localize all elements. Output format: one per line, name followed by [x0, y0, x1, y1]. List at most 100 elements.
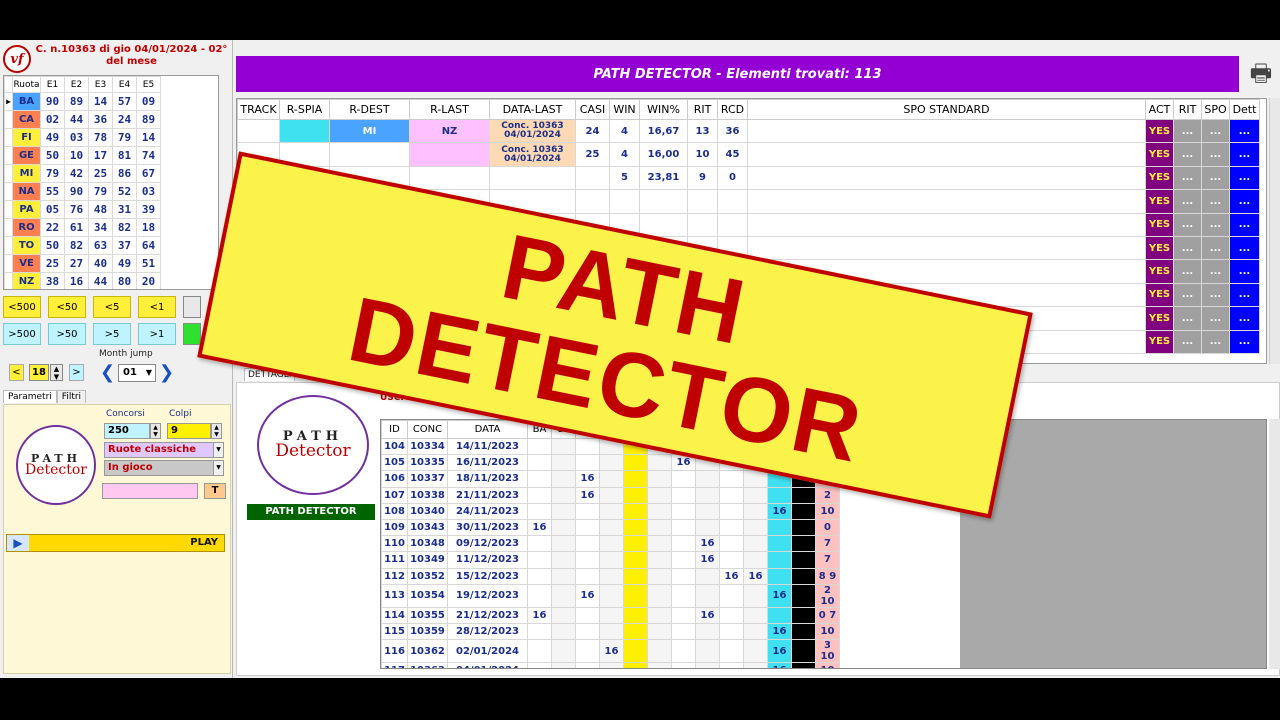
filter-button[interactable]: >50: [48, 323, 86, 345]
detail-row[interactable]: 115 10359 28/12/2023 16 10: [381, 622, 960, 641]
filter-button[interactable]: >500: [3, 323, 41, 345]
refresh-icon[interactable]: [183, 296, 201, 318]
filter-button[interactable]: >1: [138, 323, 176, 345]
rit-dots-button[interactable]: ...: [1173, 282, 1202, 308]
draw-row[interactable]: FI 49 03 78 79 14: [4, 128, 161, 147]
spo-dots-button[interactable]: ...: [1201, 189, 1230, 214]
draw-row[interactable]: ▶ BA 90 89 14 57 09: [4, 92, 161, 111]
rit-dots-button[interactable]: ...: [1173, 212, 1202, 237]
act-yes-button[interactable]: YES: [1145, 306, 1174, 331]
spo-dots-button[interactable]: ...: [1201, 212, 1230, 237]
dett-dots-button[interactable]: ...: [1229, 259, 1260, 284]
detail-row[interactable]: 111 10349 11/12/2023 16 7: [381, 551, 960, 569]
detail-scrollbar[interactable]: [1269, 419, 1280, 669]
draw-row[interactable]: CA 02 44 36 24 89: [4, 110, 161, 129]
spo-dots-button[interactable]: ...: [1201, 142, 1230, 167]
draw-row[interactable]: NZ 38 16 44 80 20: [4, 272, 161, 289]
grid-row[interactable]: MI NZ Conc. 10363 04/01/2024 24 4 16,67 13 36 YE…: [237, 118, 1260, 144]
draw-row[interactable]: MI 79 42 25 86 67: [4, 164, 161, 183]
filter-button[interactable]: <1: [138, 296, 176, 318]
act-yes-button[interactable]: YES: [1145, 189, 1174, 214]
draw-row[interactable]: PA 05 76 48 31 39: [4, 200, 161, 219]
dett-dots-button[interactable]: ...: [1229, 189, 1260, 214]
detail-row[interactable]: 108 10340 24/11/2023 16 10: [381, 502, 960, 520]
spo-dots-button[interactable]: ...: [1201, 165, 1230, 191]
colpi-spinner[interactable]: ▲ ▼: [211, 423, 222, 439]
filter-button[interactable]: >5: [93, 323, 131, 345]
extra-input[interactable]: [102, 483, 198, 499]
concorsi-input[interactable]: 250: [104, 423, 150, 439]
spo-dots-button[interactable]: ...: [1201, 306, 1230, 331]
act-yes-button[interactable]: YES: [1145, 282, 1174, 308]
detail-row[interactable]: 109 10343 30/11/2023 16 0: [381, 518, 960, 537]
detail-row[interactable]: 112 10352 15/12/2023 16 16 8 9: [381, 567, 960, 585]
spo-dots-button[interactable]: ...: [1201, 118, 1230, 144]
rit-dots-button[interactable]: ...: [1173, 235, 1202, 261]
filter-button[interactable]: <500: [3, 296, 41, 318]
spo-dots-button[interactable]: ...: [1201, 259, 1230, 284]
dett-dots-button[interactable]: ...: [1229, 329, 1260, 354]
stato-select[interactable]: In gioco: [104, 460, 214, 476]
detail-row[interactable]: 116 10362 02/01/2024 16 16 3 10: [381, 639, 960, 664]
grid-row[interactable]: Conc. 10363 04/01/2024 25 4 16,00 10 45 YES...…: [237, 142, 1260, 167]
ruote-select[interactable]: Ruote classiche: [104, 442, 214, 458]
spo-dots-button[interactable]: ...: [1201, 329, 1230, 354]
draw-row[interactable]: VE 25 27 40 49 51: [4, 254, 161, 273]
colpi-input[interactable]: 9: [167, 423, 211, 439]
dett-dots-button[interactable]: ...: [1229, 118, 1260, 144]
act-yes-button[interactable]: YES: [1145, 259, 1174, 284]
step-spinner[interactable]: ▲ ▼: [50, 364, 63, 381]
play-icon: ▶: [7, 535, 29, 551]
act-yes-button[interactable]: YES: [1145, 118, 1174, 144]
dett-dots-button[interactable]: ...: [1229, 306, 1260, 331]
month-prev-icon[interactable]: ❮: [100, 362, 115, 383]
detail-row[interactable]: 1171036304/01/2024 16 10: [381, 662, 960, 668]
month-select[interactable]: 01 ▼: [118, 364, 156, 382]
prev-button[interactable]: <: [9, 364, 24, 381]
concorsi-spinner[interactable]: ▲ ▼: [150, 423, 161, 439]
act-yes-button[interactable]: YES: [1145, 329, 1174, 354]
dett-dots-button[interactable]: ...: [1229, 165, 1260, 191]
draw-row[interactable]: TO 50 82 63 37 64: [4, 236, 161, 255]
rit-dots-button[interactable]: ...: [1173, 306, 1202, 331]
act-yes-button[interactable]: YES: [1145, 165, 1174, 191]
spo-dots-button[interactable]: ...: [1201, 282, 1230, 308]
stato-chevron-icon[interactable]: ▼: [214, 460, 224, 476]
rit-dots-button[interactable]: ...: [1173, 329, 1202, 354]
play-button[interactable]: ▶ PLAY: [6, 534, 225, 552]
act-yes-button[interactable]: YES: [1145, 235, 1174, 261]
rit-dots-button[interactable]: ...: [1173, 165, 1202, 191]
draw-row[interactable]: GE 50 10 17 81 74: [4, 146, 161, 165]
printer-icon[interactable]: 🖶: [1246, 56, 1276, 90]
act-yes-button[interactable]: YES: [1145, 212, 1174, 237]
spo-dots-button[interactable]: ...: [1201, 235, 1230, 261]
detail-row[interactable]: 114 10355 21/12/2023 16 16 0 7: [381, 606, 960, 624]
detail-id: 117: [381, 662, 408, 668]
detail-hit-cell: [647, 622, 672, 641]
dett-dots-button[interactable]: ...: [1229, 282, 1260, 308]
detail-row[interactable]: 110 10348 09/12/2023 16 7: [381, 535, 960, 553]
rit-dots-button[interactable]: ...: [1173, 259, 1202, 284]
draw-row[interactable]: RO 22 61 34 82 18: [4, 218, 161, 237]
results-scrollbar[interactable]: [1269, 98, 1280, 364]
dett-dots-button[interactable]: ...: [1229, 142, 1260, 167]
step-value[interactable]: 18: [29, 364, 49, 381]
last-button[interactable]: [183, 323, 201, 345]
dett-dots-button[interactable]: ...: [1229, 212, 1260, 237]
filter-button[interactable]: <5: [93, 296, 131, 318]
month-value: 01: [123, 367, 137, 378]
act-yes-button[interactable]: YES: [1145, 142, 1174, 167]
filter-button[interactable]: <50: [48, 296, 86, 318]
detail-row[interactable]: 113 10354 19/12/2023 16 16 2 10: [381, 583, 960, 608]
rit-dots-button[interactable]: ...: [1173, 118, 1202, 144]
next-button[interactable]: >: [69, 364, 84, 381]
rit-dots-button[interactable]: ...: [1173, 142, 1202, 167]
draw-row[interactable]: NA 55 90 79 52 03: [4, 182, 161, 201]
month-next-icon[interactable]: ❯: [159, 362, 174, 383]
tab-filtri[interactable]: Filtri: [56, 390, 87, 403]
tab-parametri[interactable]: Parametri: [3, 390, 57, 403]
rit-dots-button[interactable]: ...: [1173, 189, 1202, 214]
dett-dots-button[interactable]: ...: [1229, 235, 1260, 261]
ruote-chevron-icon[interactable]: ▼: [214, 442, 224, 458]
t-button[interactable]: T: [204, 483, 226, 499]
